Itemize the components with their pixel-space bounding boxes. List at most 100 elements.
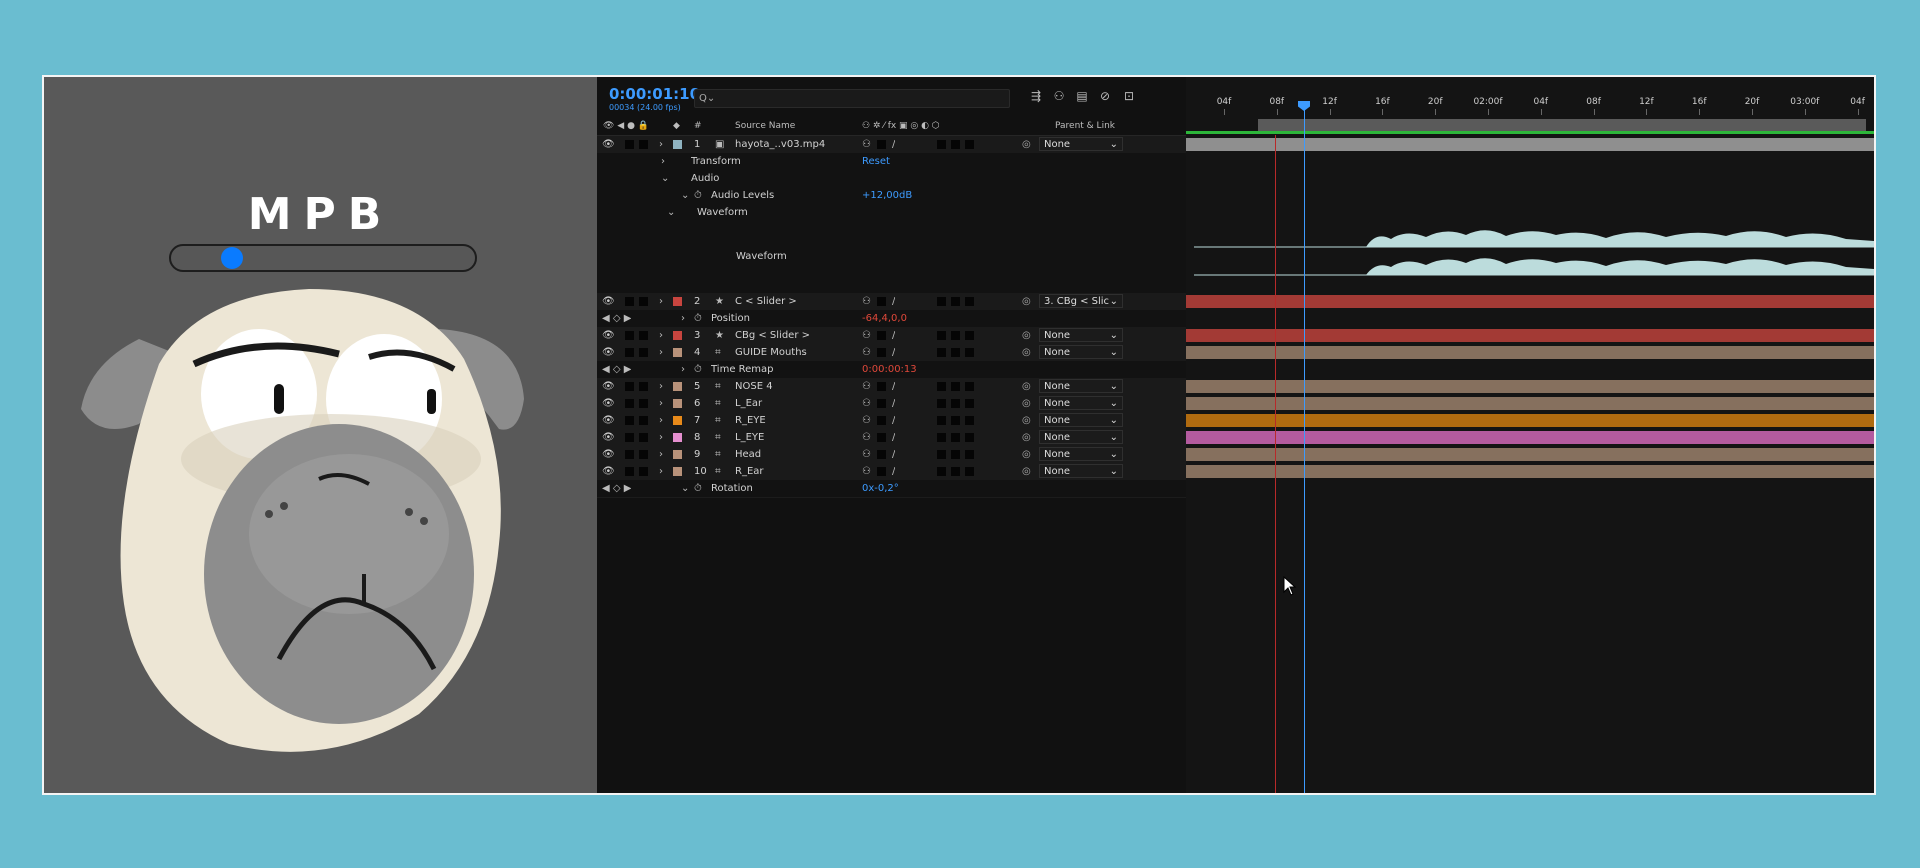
timeline-panel[interactable]: 04f 08f 12f 16f 20f 02:00f 04f 08f 12f 16f 20f 03:0… xyxy=(1186,77,1874,793)
expand-chevron-icon[interactable]: › xyxy=(659,446,663,463)
motion-blur-switch[interactable] xyxy=(937,348,946,357)
3d-layer-switch[interactable] xyxy=(965,467,974,476)
parent-dropdown[interactable]: None ⌄ xyxy=(1039,447,1123,461)
pick-whip-icon[interactable]: ◎ xyxy=(1022,136,1031,153)
expand-chevron-icon[interactable]: › xyxy=(659,412,663,429)
layer-name[interactable]: R_EYE xyxy=(735,412,857,429)
collapse-switch[interactable] xyxy=(877,433,886,442)
label-color-swatch[interactable] xyxy=(673,416,682,425)
shy-switch-icon[interactable]: ⚇ xyxy=(862,327,871,344)
motion-blur-switch[interactable] xyxy=(937,433,946,442)
adjustment-switch[interactable] xyxy=(951,297,960,306)
3d-layer-switch[interactable] xyxy=(965,433,974,442)
pick-whip-icon[interactable]: ◎ xyxy=(1022,412,1031,429)
layer-track-bar[interactable] xyxy=(1186,431,1874,444)
property-row[interactable]: ⌄ ⏱ Audio Levels +12,00dB xyxy=(597,187,1186,205)
3d-layer-switch[interactable] xyxy=(965,399,974,408)
collapse-switch[interactable] xyxy=(877,450,886,459)
expand-chevron-icon[interactable]: › xyxy=(661,153,665,170)
layer-track-bar[interactable] xyxy=(1186,397,1874,410)
3d-layer-switch[interactable] xyxy=(965,140,974,149)
quality-switch-icon[interactable]: / xyxy=(892,429,895,446)
lock-toggle[interactable] xyxy=(639,416,648,425)
adjustment-switch[interactable] xyxy=(951,331,960,340)
solo-toggle[interactable] xyxy=(625,297,634,306)
keyframe-navigator-icon[interactable]: ◀ ◇ ▶ xyxy=(602,310,631,327)
expand-chevron-icon[interactable]: › xyxy=(659,344,663,361)
lock-toggle[interactable] xyxy=(639,140,648,149)
3d-layer-switch[interactable] xyxy=(965,348,974,357)
layer-track-bar[interactable] xyxy=(1186,380,1874,393)
property-value[interactable]: -64,4,0,0 xyxy=(862,310,907,327)
expand-chevron-icon[interactable]: › xyxy=(681,361,685,378)
property-value[interactable]: 0:00:00:13 xyxy=(862,361,917,378)
lock-toggle[interactable] xyxy=(639,297,648,306)
layer-row[interactable]: 👁 › 6 ⌗ L_Ear ⚇ / ◎ None ⌄ xyxy=(597,395,1186,413)
motion-blur-switch[interactable] xyxy=(937,140,946,149)
layer-name[interactable]: C < Slider > xyxy=(735,293,857,310)
parent-dropdown[interactable]: None ⌄ xyxy=(1039,430,1123,444)
layer-track-bar[interactable] xyxy=(1186,448,1874,461)
3d-layer-switch[interactable] xyxy=(965,382,974,391)
time-ruler[interactable]: 04f 08f 12f 16f 20f 02:00f 04f 08f 12f 16f 20f 03:0… xyxy=(1186,77,1874,119)
shy-switch-icon[interactable]: ⚇ xyxy=(862,293,871,310)
expand-chevron-icon[interactable]: ⌄ xyxy=(681,187,689,204)
quality-switch-icon[interactable]: / xyxy=(892,446,895,463)
layer-name[interactable]: L_Ear xyxy=(735,395,857,412)
pick-whip-icon[interactable]: ◎ xyxy=(1022,395,1031,412)
quality-switch-icon[interactable]: / xyxy=(892,327,895,344)
visibility-eye-icon[interactable]: 👁 xyxy=(602,446,615,463)
stopwatch-icon[interactable]: ⏱ xyxy=(694,361,702,378)
adjustment-switch[interactable] xyxy=(951,416,960,425)
motion-blur-switch[interactable] xyxy=(937,450,946,459)
lock-toggle[interactable] xyxy=(639,348,648,357)
preview-slider-track[interactable] xyxy=(169,244,477,272)
layer-row[interactable]: 👁 › 7 ⌗ R_EYE ⚇ / ◎ None ⌄ xyxy=(597,412,1186,430)
motion-blur-switch[interactable] xyxy=(937,382,946,391)
layer-track-bar[interactable] xyxy=(1186,414,1874,427)
shy-switch-icon[interactable]: ⚇ xyxy=(862,136,871,153)
pick-whip-icon[interactable]: ◎ xyxy=(1022,293,1031,310)
expand-chevron-icon[interactable]: ⌄ xyxy=(681,480,689,497)
pick-whip-icon[interactable]: ◎ xyxy=(1022,378,1031,395)
expand-chevron-icon[interactable]: ⌄ xyxy=(667,204,675,221)
quality-switch-icon[interactable]: / xyxy=(892,136,895,153)
adjustment-switch[interactable] xyxy=(951,348,960,357)
shy-switch-icon[interactable]: ⚇ xyxy=(862,344,871,361)
expand-chevron-icon[interactable]: ⌄ xyxy=(661,170,669,187)
layer-row[interactable]: 👁 › 3 ★ CBg < Slider > ⚇ / ◎ None ⌄ xyxy=(597,327,1186,345)
layer-track-bar[interactable] xyxy=(1186,329,1874,342)
quality-switch-icon[interactable]: / xyxy=(892,293,895,310)
shy-switch-icon[interactable]: ⚇ xyxy=(862,378,871,395)
collapse-switch[interactable] xyxy=(877,382,886,391)
property-value[interactable]: 0x-0,2° xyxy=(862,480,899,497)
label-color-swatch[interactable] xyxy=(673,399,682,408)
layer-track-bar[interactable] xyxy=(1186,346,1874,359)
motion-blur-switch[interactable] xyxy=(937,467,946,476)
expand-chevron-icon[interactable]: › xyxy=(659,429,663,446)
waveform-row[interactable]: Waveform xyxy=(597,221,1186,294)
parent-dropdown[interactable]: None ⌄ xyxy=(1039,464,1123,478)
expand-chevron-icon[interactable]: › xyxy=(659,378,663,395)
layer-name[interactable]: L_EYE xyxy=(735,429,857,446)
parent-dropdown[interactable]: 3. CBg < Slic ⌄ xyxy=(1039,294,1123,308)
shy-switch-icon[interactable]: ⚇ xyxy=(862,395,871,412)
graph-editor-icon[interactable]: ⊘ xyxy=(1098,89,1112,103)
layer-track-bar[interactable] xyxy=(1186,465,1874,478)
lock-toggle[interactable] xyxy=(639,399,648,408)
visibility-eye-icon[interactable]: 👁 xyxy=(602,412,615,429)
keyframe-navigator-icon[interactable]: ◀ ◇ ▶ xyxy=(602,480,631,497)
layer-track-bar[interactable] xyxy=(1186,295,1874,308)
layer-name[interactable]: CBg < Slider > xyxy=(735,327,857,344)
solo-toggle[interactable] xyxy=(625,416,634,425)
3d-layer-switch[interactable] xyxy=(965,297,974,306)
motion-blur-switch[interactable] xyxy=(937,416,946,425)
expand-chevron-icon[interactable]: › xyxy=(659,395,663,412)
parent-dropdown[interactable]: None ⌄ xyxy=(1039,379,1123,393)
layer-row[interactable]: 👁 › 8 ⌗ L_EYE ⚇ / ◎ None ⌄ xyxy=(597,429,1186,447)
label-color-swatch[interactable] xyxy=(673,467,682,476)
composition-flowchart-icon[interactable]: ⇶ xyxy=(1029,89,1043,103)
property-row[interactable]: › Transform Reset xyxy=(597,153,1186,171)
draft-3d-icon[interactable]: ⊡ xyxy=(1122,89,1136,103)
layer-name[interactable]: R_Ear xyxy=(735,463,857,480)
